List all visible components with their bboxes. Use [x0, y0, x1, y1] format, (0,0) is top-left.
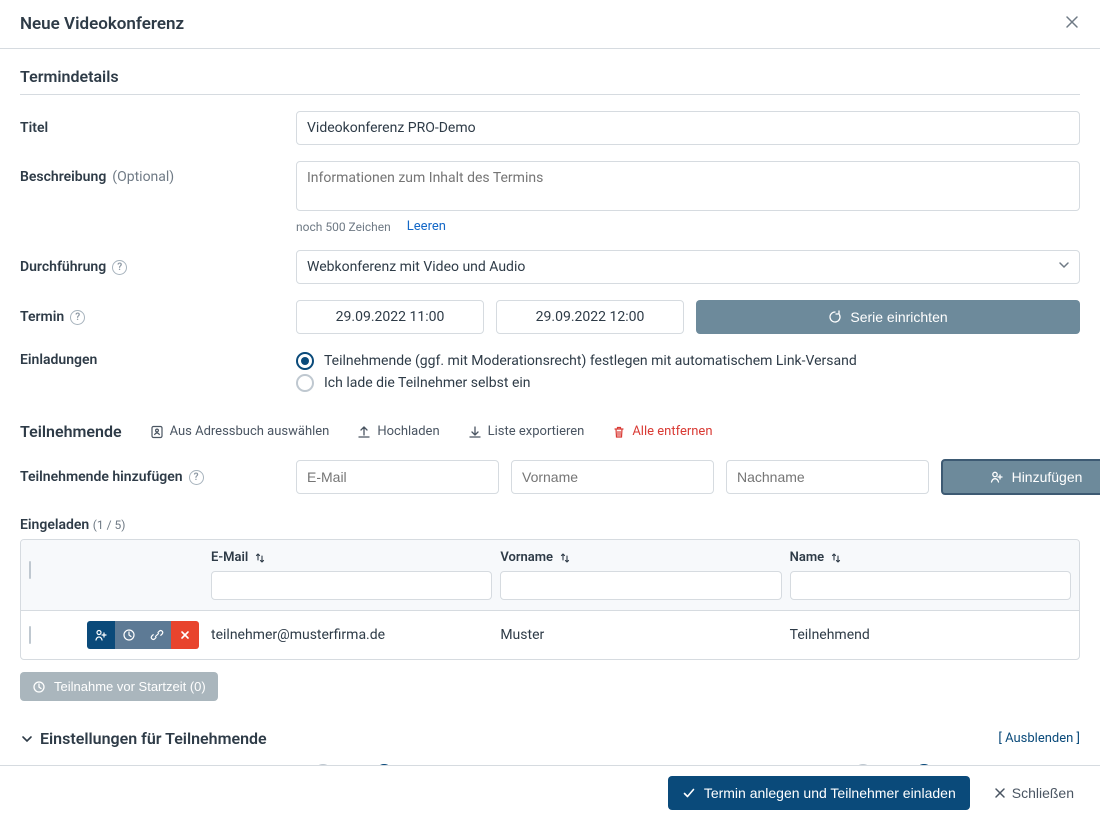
row-action-link-icon[interactable]: [143, 621, 171, 649]
filter-email-input[interactable]: [211, 571, 492, 600]
clear-description-link[interactable]: Leeren: [407, 219, 446, 234]
row-checkbox[interactable]: [29, 626, 31, 644]
clock-icon: [32, 680, 46, 694]
description-input[interactable]: [296, 161, 1080, 211]
description-label: Beschreibung (Optional): [20, 161, 288, 185]
help-icon[interactable]: ?: [70, 310, 85, 325]
row-action-moderator-icon[interactable]: [87, 621, 115, 649]
remove-all-link[interactable]: Alle entfernen: [612, 424, 712, 439]
participant-settings-toggle[interactable]: Einstellungen für Teilnehmende: [20, 729, 267, 748]
select-all-checkbox[interactable]: [29, 561, 31, 579]
date-start-input[interactable]: 29.09.2022 11:00: [296, 300, 484, 334]
add-participant-label: Teilnehmende hinzufügen ?: [20, 469, 288, 485]
trash-icon: [612, 425, 626, 439]
row-action-time-icon[interactable]: [115, 621, 143, 649]
col-email-header[interactable]: E-Mail: [211, 550, 492, 565]
add-email-input[interactable]: [296, 460, 499, 494]
add-firstname-input[interactable]: [511, 460, 714, 494]
date-end-input[interactable]: 29.09.2022 12:00: [496, 300, 684, 334]
sort-icon: [830, 552, 842, 564]
person-add-icon: [990, 470, 1004, 484]
close-icon[interactable]: [1064, 14, 1080, 34]
char-count-hint: noch 500 Zeichen: [296, 220, 391, 234]
row-action-remove-icon[interactable]: [171, 621, 199, 649]
mode-select[interactable]: Webkonferenz mit Video und Audio: [296, 250, 1080, 284]
invite-option-auto[interactable]: Teilnehmende (ggf. mit Moderationsrecht)…: [296, 350, 1080, 372]
radio-icon: [296, 374, 314, 392]
sort-icon: [559, 552, 571, 564]
mode-label: Durchführung ?: [20, 259, 288, 275]
modal-header: Neue Videokonferenz: [0, 0, 1100, 49]
col-firstname-header[interactable]: Vorname: [500, 550, 781, 565]
title-label: Titel: [20, 120, 288, 136]
add-participant-button[interactable]: Hinzufügen: [941, 459, 1100, 495]
filter-lastname-input[interactable]: [790, 571, 1071, 600]
table-header-row: E-Mail Vorname Name: [21, 540, 1079, 610]
from-addressbook-link[interactable]: Aus Adressbuch auswählen: [150, 424, 330, 439]
setup-series-button[interactable]: Serie einrichten: [696, 300, 1080, 334]
export-list-link[interactable]: Liste exportieren: [468, 424, 585, 439]
filter-firstname-input[interactable]: [500, 571, 781, 600]
invite-label: Einladungen: [20, 350, 288, 368]
upload-link[interactable]: Hochladen: [357, 424, 439, 439]
section-termindetails: Termindetails: [20, 49, 1080, 95]
download-icon: [468, 425, 482, 439]
table-row: teilnehmer@musterfirma.de Muster Teilneh…: [21, 610, 1079, 659]
participants-table: E-Mail Vorname Name: [20, 539, 1080, 660]
sort-icon: [254, 552, 266, 564]
help-icon[interactable]: ?: [112, 260, 127, 275]
close-button[interactable]: Schließen: [988, 784, 1080, 802]
refresh-icon: [828, 310, 842, 324]
create-and-invite-button[interactable]: Termin anlegen und Teilnehmer einladen: [668, 776, 970, 810]
col-lastname-header[interactable]: Name: [790, 550, 1071, 565]
upload-icon: [357, 425, 371, 439]
help-icon[interactable]: ?: [189, 470, 204, 485]
close-icon: [994, 787, 1006, 799]
row-firstname: Muster: [500, 627, 781, 643]
prestart-access-button[interactable]: Teilnahme vor Startzeit (0): [20, 672, 218, 701]
add-lastname-input[interactable]: [726, 460, 929, 494]
addressbook-icon: [150, 425, 164, 439]
chevron-down-icon: [20, 732, 34, 746]
radio-icon: [296, 352, 314, 370]
modal-title: Neue Videokonferenz: [20, 14, 184, 34]
row-email: teilnehmer@musterfirma.de: [211, 627, 492, 643]
title-input[interactable]: [296, 111, 1080, 145]
invited-label: Eingeladen (1 / 5): [20, 517, 1080, 533]
participants-section-label: Teilnehmende: [20, 422, 122, 441]
invite-option-manual[interactable]: Ich lade die Teilnehmer selbst ein: [296, 372, 1080, 394]
row-lastname: Teilnehmend: [790, 627, 1071, 643]
hide-settings-link[interactable]: [ Ausblenden ]: [998, 731, 1080, 746]
check-icon: [682, 786, 696, 800]
date-label: Termin ?: [20, 309, 288, 325]
footer: Termin anlegen und Teilnehmer einladen S…: [0, 765, 1100, 820]
